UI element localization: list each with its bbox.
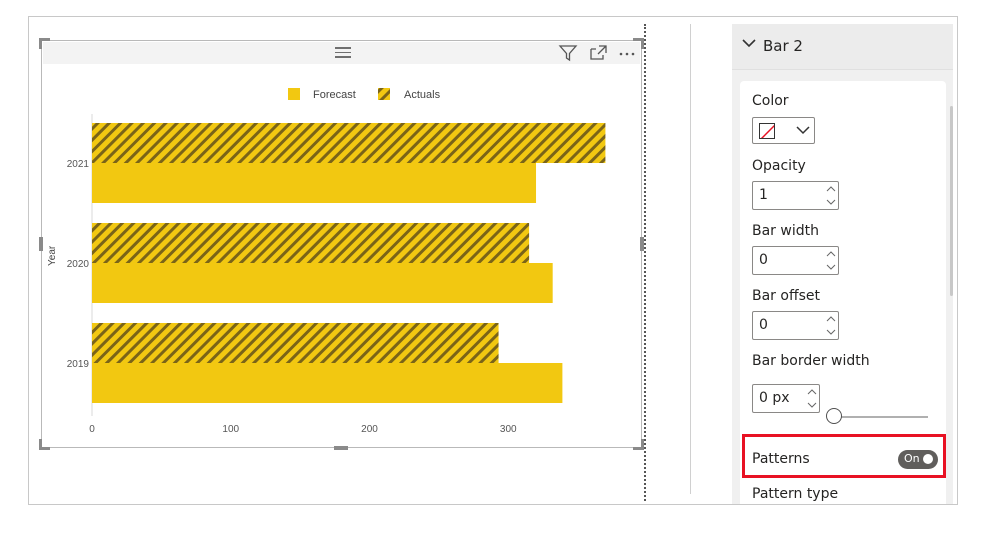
bar-forecast-2021[interactable] bbox=[92, 163, 537, 203]
y-tick-label: 2019 bbox=[67, 359, 90, 370]
legend-forecast-label: Forecast bbox=[313, 89, 356, 101]
spin-arrows-icon[interactable] bbox=[805, 385, 819, 412]
canvas-edge-divider bbox=[644, 24, 646, 501]
bar-forecast-2019[interactable] bbox=[92, 363, 563, 403]
border-width-slider-track[interactable] bbox=[832, 416, 928, 418]
pane-scrollbar[interactable] bbox=[950, 106, 953, 296]
bar2-section-header[interactable]: Bar 2 bbox=[732, 24, 953, 70]
opacity-input[interactable]: 1 bbox=[752, 181, 839, 210]
bar-width-value: 0 bbox=[759, 252, 768, 268]
spin-arrows-icon[interactable] bbox=[824, 312, 838, 339]
spin-arrows-icon[interactable] bbox=[824, 247, 838, 274]
no-color-swatch-icon bbox=[759, 123, 775, 139]
toggle-knob bbox=[923, 454, 933, 464]
pane-divider bbox=[690, 24, 691, 494]
y-tick-label: 2020 bbox=[67, 259, 90, 270]
opacity-value: 1 bbox=[759, 187, 768, 203]
border-width-slider-thumb[interactable] bbox=[826, 408, 842, 424]
patterns-toggle[interactable]: On bbox=[898, 450, 938, 469]
border-width-value: 0 px bbox=[759, 390, 790, 406]
chevron-down-icon bbox=[796, 126, 810, 135]
color-picker-button[interactable] bbox=[752, 117, 815, 144]
pattern-type-label: Pattern type bbox=[752, 486, 839, 502]
bar-width-label: Bar width bbox=[752, 223, 819, 239]
legend-actuals-swatch bbox=[378, 88, 390, 100]
bar-offset-label: Bar offset bbox=[752, 288, 820, 304]
x-tick-label: 300 bbox=[500, 424, 517, 435]
x-tick-label: 200 bbox=[361, 424, 378, 435]
chevron-down-icon[interactable] bbox=[742, 38, 756, 48]
legend-forecast-swatch bbox=[288, 88, 300, 100]
report-canvas: Forecast Actuals Year 2021 2020 2019 0 100 2… bbox=[28, 16, 958, 505]
bar-forecast-2020[interactable] bbox=[92, 263, 553, 303]
patterns-toggle-label: On bbox=[904, 452, 920, 465]
bar-actuals-2020[interactable] bbox=[92, 223, 530, 263]
patterns-label: Patterns bbox=[752, 451, 810, 467]
border-width-label: Bar border width bbox=[752, 353, 870, 369]
bar-width-input[interactable]: 0 bbox=[752, 246, 839, 275]
bar-actuals-2019[interactable] bbox=[92, 323, 499, 363]
section-title: Bar 2 bbox=[763, 37, 803, 55]
bar-offset-value: 0 bbox=[759, 317, 768, 333]
format-pane: Bar 2 Color Opacity 1 Bar width 0 Bar of… bbox=[732, 24, 953, 504]
bar-actuals-2021[interactable] bbox=[92, 123, 606, 163]
spin-arrows-icon[interactable] bbox=[824, 182, 838, 209]
border-width-input[interactable]: 0 px bbox=[752, 384, 820, 413]
bar-chart-plot: Forecast Actuals Year 2021 2020 2019 0 100 2… bbox=[47, 88, 606, 435]
bar-offset-input[interactable]: 0 bbox=[752, 311, 839, 340]
x-tick-label: 0 bbox=[89, 424, 95, 435]
y-axis-title: Year bbox=[47, 245, 58, 266]
opacity-label: Opacity bbox=[752, 158, 806, 174]
legend-actuals-label: Actuals bbox=[404, 89, 441, 101]
y-tick-label: 2021 bbox=[67, 159, 90, 170]
bar-chart-visual[interactable]: Forecast Actuals Year 2021 2020 2019 0 100 2… bbox=[39, 38, 644, 450]
color-label: Color bbox=[752, 93, 789, 109]
x-tick-label: 100 bbox=[222, 424, 239, 435]
